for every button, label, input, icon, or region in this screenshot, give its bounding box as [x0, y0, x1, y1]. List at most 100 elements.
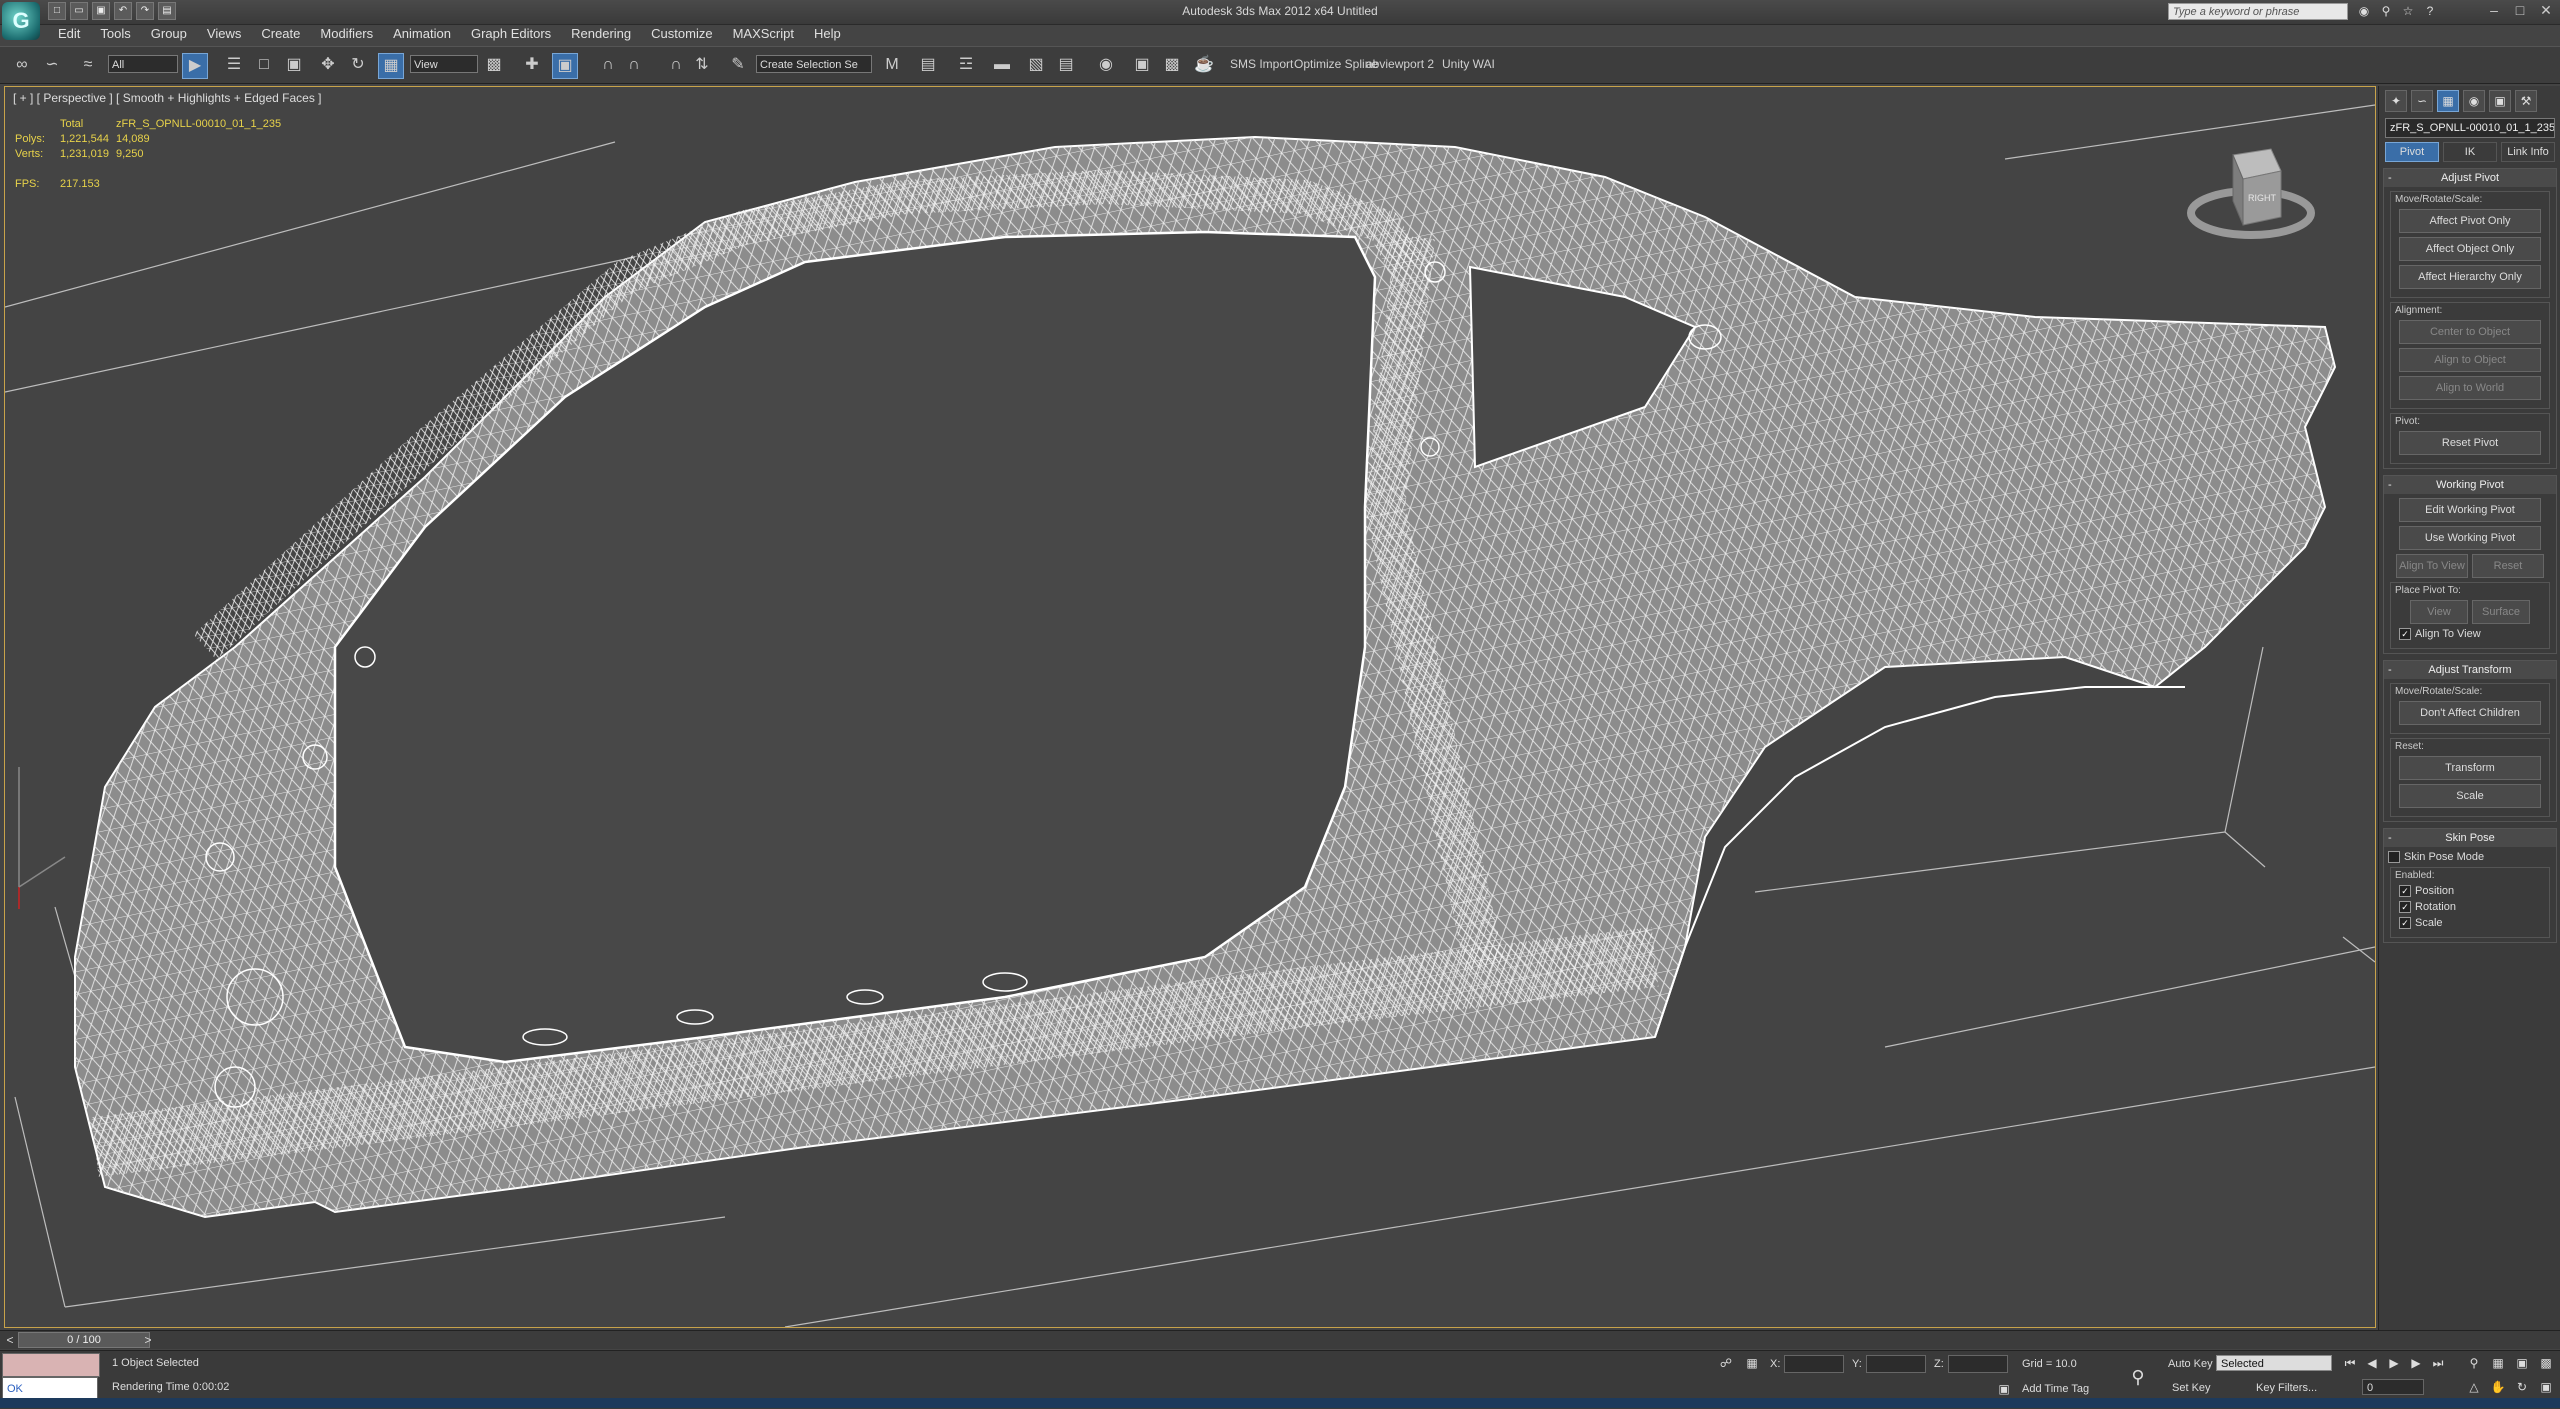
schematic-view-icon[interactable]: ▤	[1054, 53, 1078, 77]
add-time-tag[interactable]: Add Time Tag	[2022, 1383, 2089, 1395]
menu-views[interactable]: Views	[197, 24, 251, 44]
search-input[interactable]: Type a keyword or phrase	[2168, 3, 2348, 20]
tab-pivot[interactable]: Pivot	[2385, 142, 2439, 162]
set-key-icon[interactable]: ⚲	[2130, 1368, 2146, 1386]
goto-start-icon[interactable]: ⏮	[2342, 1355, 2358, 1371]
menu-group[interactable]: Group	[141, 24, 197, 44]
script-button-sms-import[interactable]: SMS Import	[1230, 57, 1293, 71]
affect-pivot-only-button[interactable]: Affect Pivot Only	[2399, 209, 2541, 233]
zoom-all-icon[interactable]: ▦	[2490, 1355, 2506, 1371]
viewport-label[interactable]: [ + ] [ Perspective ] [ Smooth + Highlig…	[13, 91, 322, 105]
select-object-icon[interactable]: ▶	[182, 53, 208, 79]
adjust-pivot-header[interactable]: - Adjust Pivot	[2384, 169, 2556, 187]
maximize-icon[interactable]: □	[2512, 2, 2528, 19]
pan-icon[interactable]: ✋	[2490, 1379, 2506, 1395]
orbit-icon[interactable]: ↻	[2514, 1379, 2530, 1395]
menu-maxscript[interactable]: MAXScript	[723, 24, 804, 44]
close-icon[interactable]: ✕	[2538, 2, 2554, 19]
move-icon[interactable]: ✥	[316, 53, 340, 77]
keyboard-shortcut-override-icon[interactable]: ▣	[552, 53, 578, 79]
edit-named-selection-icon[interactable]: ✎	[726, 53, 750, 77]
project-folder-icon[interactable]: ▤	[158, 2, 176, 20]
graphite-ribbon-icon[interactable]: ▬	[990, 53, 1014, 77]
key-icon[interactable]: ⚲	[2378, 3, 2394, 19]
edit-working-pivot-button[interactable]: Edit Working Pivot	[2399, 498, 2541, 522]
menu-tools[interactable]: Tools	[90, 24, 140, 44]
next-key-icon[interactable]: ▶	[2408, 1355, 2424, 1371]
utilities-tab-icon[interactable]: ⚒	[2515, 90, 2537, 112]
play-icon[interactable]: ▶	[2386, 1355, 2402, 1371]
menu-customize[interactable]: Customize	[641, 24, 722, 44]
x-coordinate-field[interactable]	[1784, 1355, 1844, 1373]
maxscript-output[interactable]: OK	[2, 1377, 98, 1399]
affect-object-only-button[interactable]: Affect Object Only	[2399, 237, 2541, 261]
layer-manager-icon[interactable]: ☲	[954, 53, 978, 77]
auto-key-button[interactable]: Auto Key	[2168, 1358, 2213, 1370]
lock-selection-icon[interactable]: ☍	[1718, 1355, 1734, 1371]
undo-icon[interactable]: ↶	[114, 2, 132, 20]
reset-scale-button[interactable]: Scale	[2399, 784, 2541, 808]
current-frame-field[interactable]: 0	[2362, 1379, 2424, 1395]
pivot-center-icon[interactable]: ▩	[482, 53, 506, 77]
curve-editor-icon[interactable]: ▧	[1024, 53, 1048, 77]
link-icon[interactable]: ∞	[10, 53, 34, 77]
menu-edit[interactable]: Edit	[48, 24, 90, 44]
skin-pose-header[interactable]: - Skin Pose	[2384, 829, 2556, 847]
star-icon[interactable]: ☆	[2400, 3, 2416, 19]
binoculars-icon[interactable]: ◉	[2356, 3, 2372, 19]
tab-link-info[interactable]: Link Info	[2501, 142, 2555, 162]
working-pivot-header[interactable]: - Working Pivot	[2384, 476, 2556, 494]
zoom-icon[interactable]: ⚲	[2466, 1355, 2482, 1371]
script-button-unity-wai[interactable]: Unity WAI	[1442, 57, 1495, 71]
next-frame-icon[interactable]: >	[140, 1332, 156, 1348]
bind-space-warp-icon[interactable]: ≈	[76, 53, 100, 77]
maximize-toggle-icon[interactable]: ▣	[2538, 1379, 2554, 1395]
absolute-mode-icon[interactable]: ▦	[1744, 1355, 1760, 1371]
reset-pivot-button[interactable]: Reset Pivot	[2399, 431, 2541, 455]
field-of-view-icon[interactable]: △	[2466, 1379, 2482, 1395]
menu-animation[interactable]: Animation	[383, 24, 461, 44]
perspective-viewport[interactable]: [ + ] [ Perspective ] [ Smooth + Highlig…	[4, 86, 2376, 1328]
prev-frame-icon[interactable]: <	[2, 1332, 18, 1348]
named-selection-sets-dropdown[interactable]: Create Selection Se	[756, 55, 872, 73]
menu-modifiers[interactable]: Modifiers	[310, 24, 383, 44]
reset-working-pivot-button[interactable]: Reset	[2472, 554, 2544, 578]
object-name-field[interactable]: zFR_S_OPNLL-00010_01_1_235	[2385, 118, 2555, 138]
hierarchy-tab-icon[interactable]: ▦	[2437, 90, 2459, 112]
center-to-object-button[interactable]: Center to Object	[2399, 320, 2541, 344]
y-coordinate-field[interactable]	[1866, 1355, 1926, 1373]
unlink-icon[interactable]: ∽	[40, 53, 64, 77]
viewcube[interactable]: RIGHT	[2181, 135, 2331, 245]
scale-checkbox[interactable]: ✓ Scale	[2399, 917, 2541, 929]
mirror-icon[interactable]: M	[880, 53, 904, 77]
material-editor-icon[interactable]: ◉	[1094, 53, 1118, 77]
rendered-frame-window-icon[interactable]: ▩	[1160, 53, 1184, 77]
rotation-checkbox[interactable]: ✓ Rotation	[2399, 901, 2541, 913]
zoom-extents-icon[interactable]: ▣	[2514, 1355, 2530, 1371]
window-crossing-icon[interactable]: ▣	[282, 53, 306, 77]
align-icon[interactable]: ▤	[916, 53, 940, 77]
menu-help[interactable]: Help	[804, 24, 851, 44]
reference-coordinate-dropdown[interactable]: View	[410, 55, 478, 73]
app-logo-icon[interactable]: G	[2, 2, 40, 40]
save-icon[interactable]: ▣	[92, 2, 110, 20]
modify-tab-icon[interactable]: ∽	[2411, 90, 2433, 112]
align-to-world-button[interactable]: Align to World	[2399, 376, 2541, 400]
reset-transform-button[interactable]: Transform	[2399, 756, 2541, 780]
create-tab-icon[interactable]: ✦	[2385, 90, 2407, 112]
menu-create[interactable]: Create	[251, 24, 310, 44]
motion-tab-icon[interactable]: ◉	[2463, 90, 2485, 112]
skin-pose-mode-checkbox[interactable]: Skin Pose Mode	[2388, 851, 2552, 863]
render-production-icon[interactable]: ☕	[1192, 53, 1216, 77]
help-icon[interactable]: ?	[2422, 3, 2438, 19]
tab-ik[interactable]: IK	[2443, 142, 2497, 162]
render-setup-icon[interactable]: ▣	[1130, 53, 1154, 77]
time-tag-icon[interactable]: ▣	[1996, 1381, 2012, 1397]
maximize-viewport-icon[interactable]: ▩	[2538, 1355, 2554, 1371]
goto-end-icon[interactable]: ⏭	[2430, 1355, 2446, 1371]
place-view-button[interactable]: View	[2410, 600, 2468, 624]
select-manipulate-icon[interactable]: ✚	[520, 53, 544, 77]
angle-snap-icon[interactable]: ∩	[622, 53, 646, 77]
snaps-toggle-icon[interactable]: ∩	[596, 53, 620, 77]
spinner-snap-icon[interactable]: ⇅	[690, 53, 714, 77]
